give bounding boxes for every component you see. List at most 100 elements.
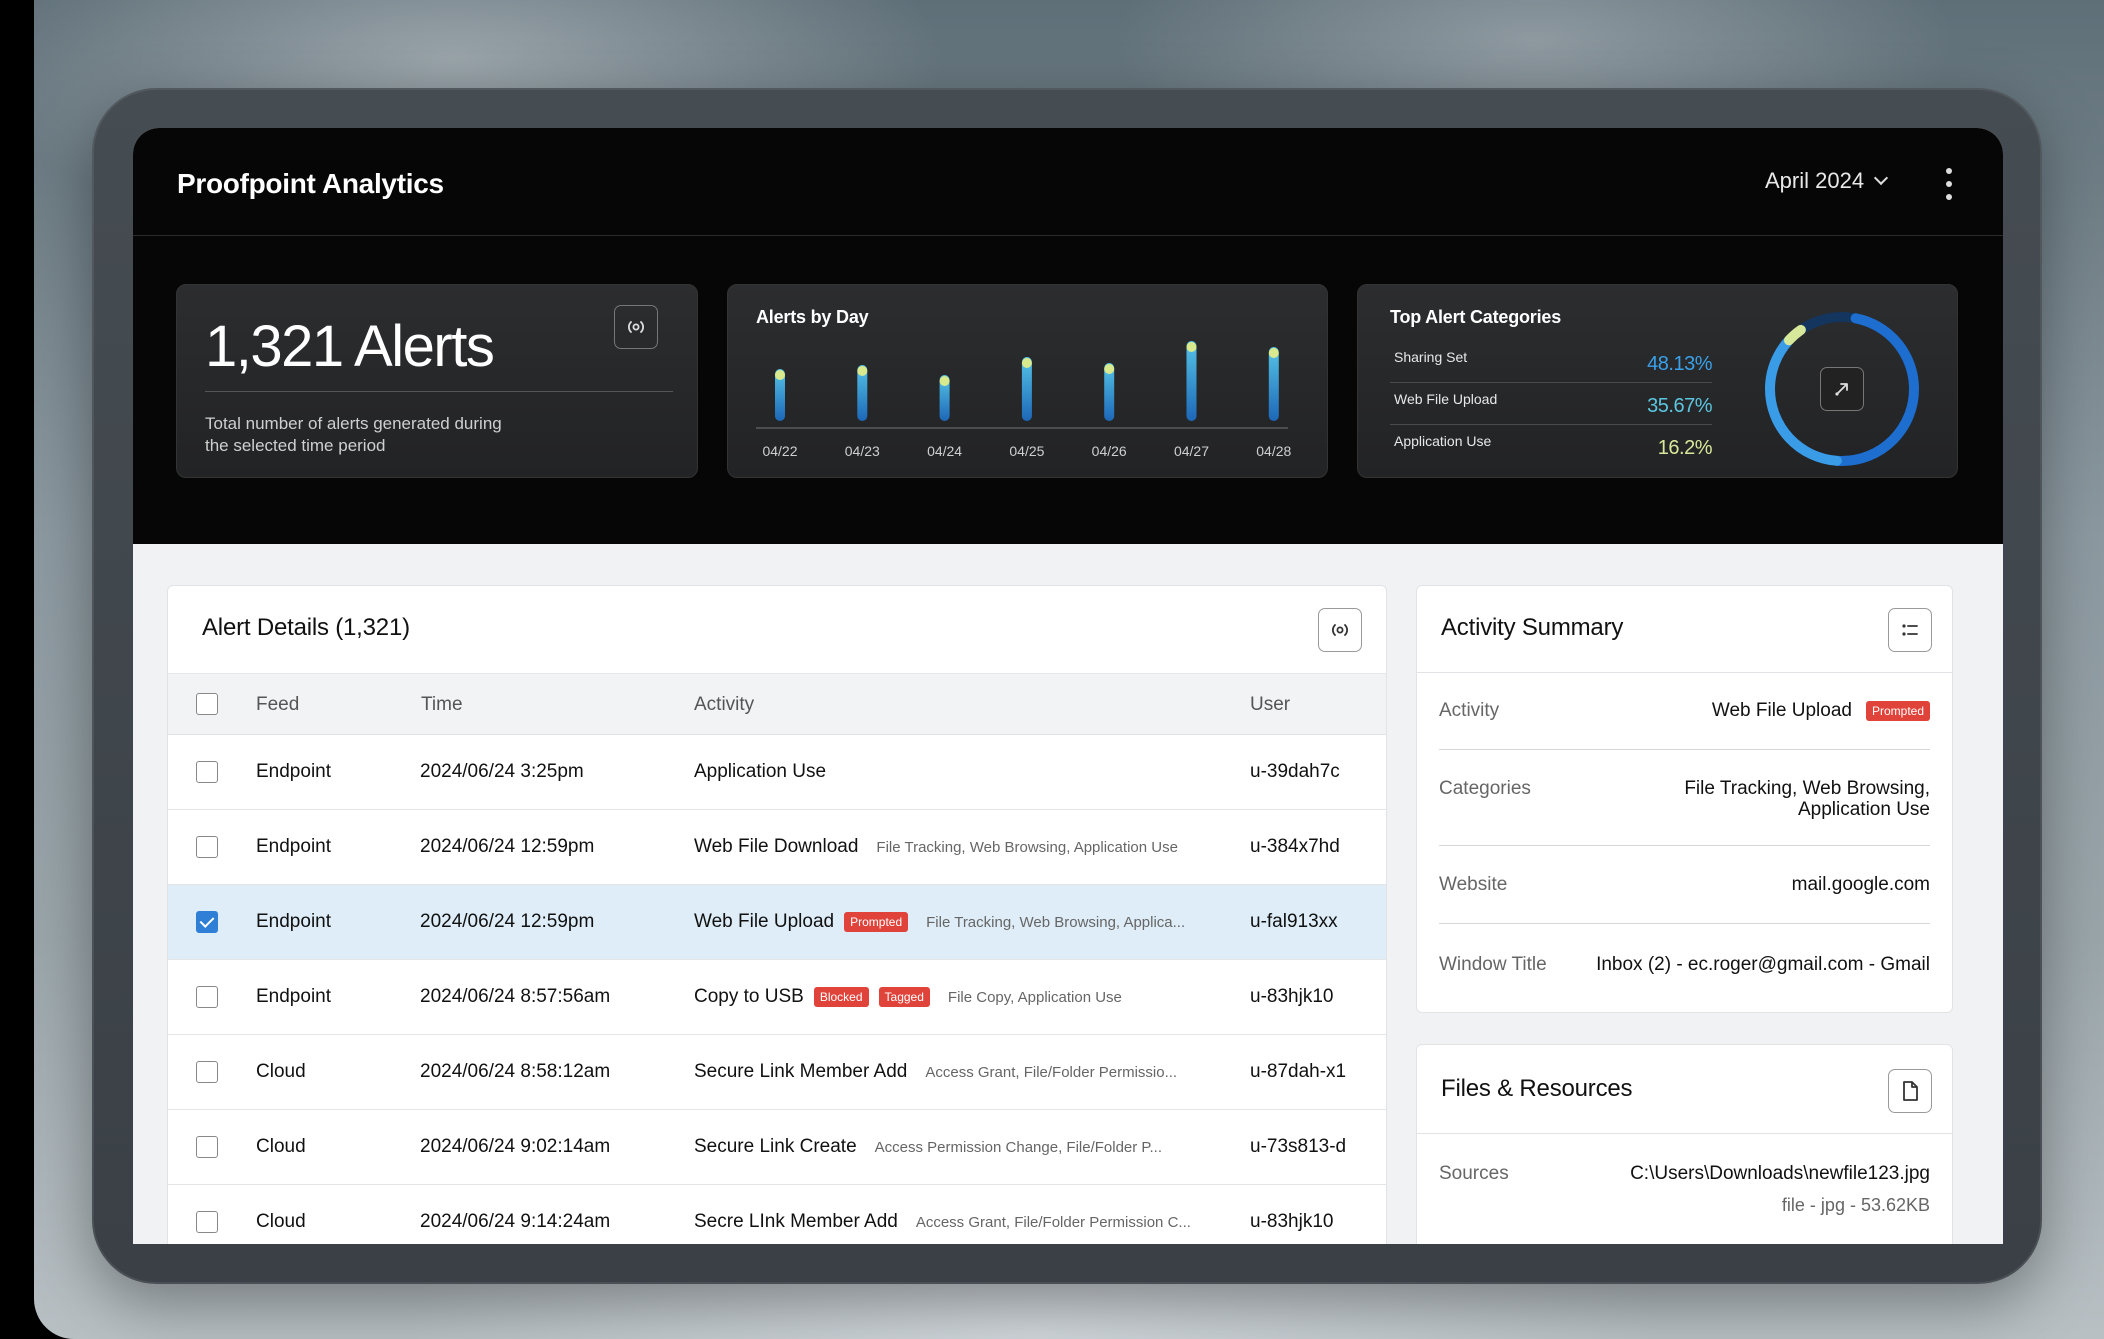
alerts-count-card: 1,321 Alerts Total number of alerts gene… xyxy=(176,284,698,478)
user-cell: u-384x7hd xyxy=(1250,836,1340,857)
time-cell: 2024/06/24 9:02:14am xyxy=(420,1136,611,1157)
category-name: Web File Upload xyxy=(1394,391,1498,407)
activity-cell: Copy to USB Blocked Tagged File Copy, Appli… xyxy=(694,986,1122,1008)
sources-path[interactable]: C:\Users\Downloads\newfile123.jpg xyxy=(1630,1163,1930,1184)
activity-tags: Access Grant, File/Folder Permission C..… xyxy=(915,1213,1191,1231)
time-cell: 2024/06/24 12:59pm xyxy=(420,836,595,857)
column-header-feed[interactable]: Feed xyxy=(256,694,299,716)
activity-tags: Access Permission Change, File/Folder P.… xyxy=(874,1138,1162,1156)
radar-icon[interactable] xyxy=(1318,608,1362,652)
status-badge: Blocked xyxy=(813,987,869,1007)
activity-name: Copy to USB xyxy=(694,986,804,1007)
status-badge: Tagged xyxy=(878,987,930,1007)
select-all-checkbox[interactable] xyxy=(196,693,218,715)
category-percent: 48.13% xyxy=(1647,353,1712,375)
table-row[interactable]: Cloud 2024/06/24 9:14:24am Secre LInk Memb… xyxy=(168,1185,1386,1244)
feed-cell: Cloud xyxy=(256,1136,306,1157)
activity-label: Activity xyxy=(1439,700,1500,721)
top-alert-categories-card: Top Alert Categories Sharing Set 48.13% … xyxy=(1357,284,1958,478)
category-row-application-use: Application Use 16.2% xyxy=(1390,425,1713,467)
table-row[interactable]: Endpoint 2024/06/24 12:59pm Web File Downl… xyxy=(168,810,1386,885)
top-categories-title: Top Alert Categories xyxy=(1390,307,1562,327)
category-name: Application Use xyxy=(1394,433,1492,449)
bar-04/27[interactable] xyxy=(1186,341,1197,421)
user-cell: u-73s813-d xyxy=(1250,1136,1347,1157)
activity-name: Application Use xyxy=(694,761,827,782)
x-tick-label: 04/25 xyxy=(1009,443,1044,459)
time-cell: 2024/06/24 3:25pm xyxy=(420,761,584,782)
top-bar: Proofpoint Analytics April 2024 xyxy=(133,128,2003,236)
radar-icon[interactable] xyxy=(614,305,658,349)
row-checkbox[interactable] xyxy=(196,1211,218,1233)
row-checkbox[interactable] xyxy=(196,761,218,783)
window-title-value: Inbox (2) - ec.roger@gmail.com - Gmail xyxy=(1596,954,1930,975)
divider xyxy=(205,391,673,392)
column-header-user[interactable]: User xyxy=(1250,694,1290,716)
table-row[interactable]: Cloud 2024/06/24 8:58:12am Secure Link Mem… xyxy=(168,1035,1386,1110)
sources-row: Sources C:\Users\Downloads\newfile123.jp… xyxy=(1439,1133,1930,1243)
feed-cell: Endpoint xyxy=(256,911,332,932)
file-icon[interactable] xyxy=(1888,1069,1932,1113)
activity-cell: Secure Link Member Add Access Grant, File… xyxy=(694,1061,1177,1083)
activity-cell: Secre LInk Member Add Access Grant, File/… xyxy=(694,1211,1191,1233)
feed-cell: Endpoint xyxy=(256,761,332,782)
feed-cell: Endpoint xyxy=(256,836,332,857)
category-row-web-file-upload: Web File Upload 35.67% xyxy=(1390,383,1712,425)
table-row[interactable]: Cloud 2024/06/24 9:02:14am Secure Link Cre… xyxy=(168,1110,1386,1185)
categories-row: Categories File Tracking, Web Browsing, … xyxy=(1439,750,1930,846)
alerts-count: 1,321 Alerts xyxy=(205,314,495,379)
activity-summary-panel: Activity Summary Activity Web File Uploa… xyxy=(1416,585,1953,1013)
activity-cell: Secure Link Create Access Permission Chan… xyxy=(694,1136,1162,1158)
bar-cap-04/28 xyxy=(1268,348,1279,358)
user-cell: u-83hjk10 xyxy=(1250,986,1334,1007)
dashboard-header-area: Proofpoint Analytics April 2024 1,321 Al… xyxy=(133,128,2003,544)
month-value: April 2024 xyxy=(1765,168,1865,193)
activity-name: Web File Upload xyxy=(694,911,835,932)
alerts-by-day-card: Alerts by Day 04/22 04/23 04/24 04/25 04/26 0… xyxy=(727,284,1328,478)
activity-value-group: Web File Upload Prompted xyxy=(1712,700,1930,721)
alert-details-panel: Alert Details (1,321) Feed Time Activity… xyxy=(167,585,1387,1244)
column-header-activity[interactable]: Activity xyxy=(694,694,754,716)
row-checkbox[interactable] xyxy=(196,911,218,933)
row-checkbox[interactable] xyxy=(196,1136,218,1158)
table-header: Feed Time Activity User xyxy=(168,673,1386,735)
row-checkbox[interactable] xyxy=(196,1061,218,1083)
sources-label: Sources xyxy=(1439,1163,1509,1184)
more-options-icon[interactable] xyxy=(1944,168,1954,200)
activity-summary-title: Activity Summary xyxy=(1441,614,1624,641)
list-icon[interactable] xyxy=(1888,608,1932,652)
window-title-row: Window Title Inbox (2) - ec.roger@gmail.… xyxy=(1439,924,1930,1004)
chevron-down-icon xyxy=(1874,170,1889,186)
categories-value: File Tracking, Web Browsing, Application… xyxy=(1684,778,1930,820)
website-row: Website mail.google.com xyxy=(1439,846,1930,924)
time-cell: 2024/06/24 12:59pm xyxy=(420,911,595,932)
expand-arrow-icon[interactable] xyxy=(1820,367,1864,411)
row-checkbox[interactable] xyxy=(196,986,218,1008)
month-dropdown[interactable]: April 2024 xyxy=(1765,168,1889,194)
time-cell: 2024/06/24 8:58:12am xyxy=(420,1061,611,1082)
category-percent: 16.2% xyxy=(1657,437,1713,459)
column-header-time[interactable]: Time xyxy=(421,694,463,716)
activity-name: Secure Link Member Add xyxy=(694,1061,908,1082)
category-percent: 35.67% xyxy=(1647,395,1712,417)
bar-cap-04/22 xyxy=(775,370,785,380)
website-label: Website xyxy=(1439,874,1508,895)
table-row[interactable]: Endpoint 2024/06/24 8:57:56am Copy to USB B… xyxy=(168,960,1386,1035)
activity-name: Web File Download xyxy=(694,836,859,857)
activity-cell: Web File Download File Tracking, Web Brow… xyxy=(694,836,1178,858)
x-tick-label: 04/24 xyxy=(927,443,962,459)
activity-row: Activity Web File Upload Prompted xyxy=(1439,672,1930,750)
category-row-sharing-set: Sharing Set 48.13% xyxy=(1390,341,1712,383)
alert-details-title: Alert Details (1,321) xyxy=(202,614,410,641)
table-row[interactable]: Endpoint 2024/06/24 3:25pm Application Use… xyxy=(168,735,1386,810)
row-checkbox[interactable] xyxy=(196,836,218,858)
activity-value: Web File Upload xyxy=(1711,700,1852,721)
table-row[interactable]: Endpoint 2024/06/24 12:59pm Web File Uploa… xyxy=(168,885,1386,960)
activity-name: Secre LInk Member Add xyxy=(694,1211,898,1232)
status-badge: Prompted xyxy=(844,912,909,932)
bar-cap-04/25 xyxy=(1021,358,1032,368)
time-cell: 2024/06/24 8:57:56am xyxy=(420,986,611,1007)
bar-04/28[interactable] xyxy=(1268,347,1279,421)
bar-cap-04/26 xyxy=(1104,364,1115,374)
x-tick-label: 04/27 xyxy=(1174,443,1209,459)
